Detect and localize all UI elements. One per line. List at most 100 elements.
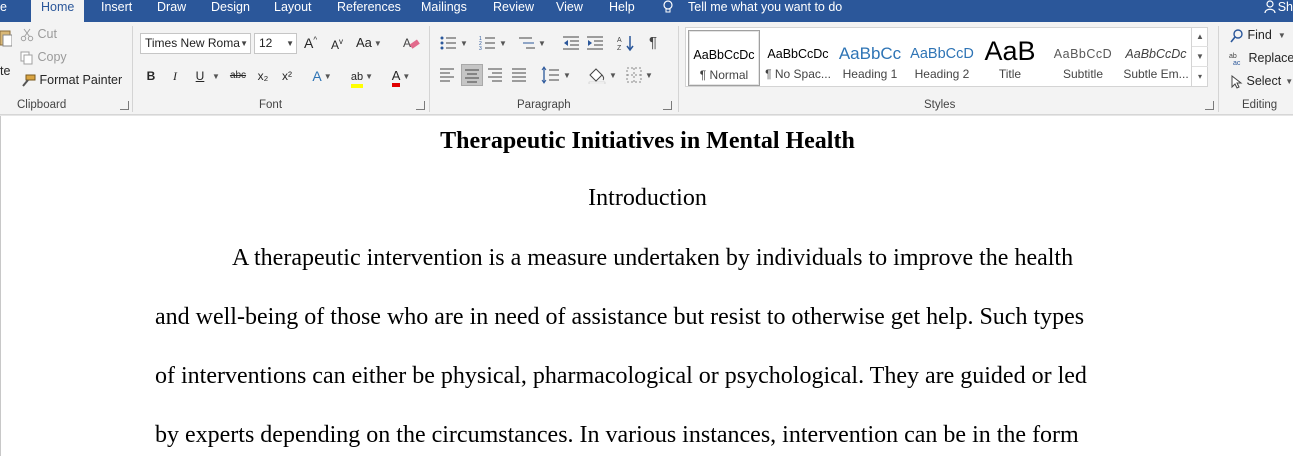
superscript-button[interactable]: x² bbox=[278, 65, 296, 87]
multilevel-list-icon bbox=[519, 37, 535, 49]
font-color-button[interactable]: A ▼ bbox=[386, 65, 416, 87]
editing-group-label: Editing bbox=[1242, 99, 1278, 111]
tab-help[interactable]: Help bbox=[609, 0, 635, 22]
more-styles-button[interactable]: ▾ bbox=[1192, 67, 1208, 87]
share-button[interactable]: Sh bbox=[1264, 0, 1293, 15]
align-center-button[interactable] bbox=[461, 64, 483, 86]
grow-font-button[interactable]: A^ bbox=[304, 35, 317, 51]
decrease-indent-button[interactable] bbox=[562, 35, 580, 51]
styles-gallery: AaBbCcDc ¶ Normal AaBbCcDc ¶ No Spac... … bbox=[685, 27, 1208, 87]
format-painter-button[interactable]: Format Painter bbox=[20, 73, 122, 88]
style-heading-1[interactable]: AaBbCc Heading 1 bbox=[834, 30, 906, 86]
tab-view[interactable]: View bbox=[556, 0, 583, 22]
chevron-down-icon: ▼ bbox=[538, 38, 546, 48]
underline-dropdown[interactable]: ▼ bbox=[210, 65, 220, 87]
font-size-combo[interactable]: 12 ▼ bbox=[254, 33, 297, 54]
underline-button[interactable]: U bbox=[192, 65, 208, 87]
ribbon: te Cut Copy Format Painter Clipboard Tim… bbox=[0, 22, 1293, 115]
scroll-up-button[interactable]: ▲ bbox=[1192, 27, 1208, 47]
paragraph-line: A therapeutic intervention is a measure … bbox=[232, 245, 1074, 271]
style-preview: AaBbCcD bbox=[1053, 47, 1113, 61]
tab-insert[interactable]: Insert bbox=[101, 0, 132, 22]
search-icon bbox=[1230, 29, 1243, 43]
line-spacing-icon bbox=[541, 66, 559, 84]
tab-file[interactable]: e bbox=[0, 0, 7, 22]
bold-button[interactable]: B bbox=[143, 65, 159, 87]
borders-button[interactable]: ▼ bbox=[625, 66, 653, 84]
chevron-down-icon: ▼ bbox=[286, 39, 294, 48]
tell-me-box[interactable]: Tell me what you want to do bbox=[662, 0, 842, 16]
select-button[interactable]: Select ▼ bbox=[1231, 74, 1293, 89]
sort-button[interactable]: AZ bbox=[617, 34, 635, 52]
styles-dialog-launcher[interactable] bbox=[1205, 101, 1214, 110]
style-no-spacing[interactable]: AaBbCcDc ¶ No Spac... bbox=[762, 30, 834, 86]
paragraph-dialog-launcher[interactable] bbox=[663, 101, 672, 110]
copy-button[interactable]: Copy bbox=[20, 50, 67, 65]
clipboard-dialog-launcher[interactable] bbox=[120, 101, 129, 110]
cut-button[interactable]: Cut bbox=[20, 27, 57, 42]
shrink-font-icon: A bbox=[331, 38, 340, 52]
scroll-down-button[interactable]: ▼ bbox=[1192, 47, 1208, 67]
numbered-list-icon: 123 bbox=[479, 36, 495, 51]
align-right-icon bbox=[488, 68, 502, 82]
show-formatting-button[interactable]: ¶ bbox=[649, 34, 657, 51]
svg-text:ab: ab bbox=[1229, 53, 1237, 60]
divider bbox=[132, 26, 133, 112]
font-name-value: Times New Roma bbox=[145, 36, 240, 50]
paste-label: te bbox=[0, 64, 11, 78]
find-button[interactable]: Find ▼ bbox=[1230, 28, 1286, 43]
paint-bucket-icon bbox=[588, 68, 606, 84]
increase-indent-button[interactable] bbox=[586, 35, 604, 51]
numbering-button[interactable]: 1 2 3 ▼ bbox=[479, 35, 507, 51]
tab-layout[interactable]: Layout bbox=[274, 0, 312, 22]
change-case-icon: Aa bbox=[356, 35, 372, 50]
tab-references[interactable]: References bbox=[337, 0, 401, 22]
increase-indent-icon bbox=[587, 36, 603, 50]
justify-button[interactable] bbox=[509, 64, 531, 86]
grow-font-icon: A bbox=[304, 35, 314, 51]
multilevel-list-button[interactable]: ▼ bbox=[518, 35, 546, 51]
style-title[interactable]: AaB Title bbox=[974, 30, 1046, 86]
shading-button[interactable]: ▼ bbox=[587, 66, 617, 84]
highlighter-icon: ab bbox=[350, 71, 364, 88]
strikethrough-button[interactable]: abc bbox=[228, 65, 248, 87]
font-name-combo[interactable]: Times New Roma ▼ bbox=[140, 33, 251, 54]
pilcrow-icon: ¶ bbox=[649, 34, 658, 51]
eraser-icon: A bbox=[403, 36, 420, 50]
text-effects-icon: A bbox=[312, 68, 322, 84]
font-dialog-launcher[interactable] bbox=[416, 101, 425, 110]
replace-label: Replace bbox=[1248, 51, 1293, 65]
cursor-arrow-icon bbox=[1231, 74, 1243, 89]
style-name: ¶ No Spac... bbox=[765, 67, 831, 81]
tab-design[interactable]: Design bbox=[211, 0, 250, 22]
paste-button[interactable] bbox=[0, 27, 13, 64]
tab-draw[interactable]: Draw bbox=[157, 0, 186, 22]
style-name: Subtle Em... bbox=[1123, 67, 1189, 81]
highlight-button[interactable]: ab ▼ bbox=[345, 65, 379, 88]
tab-review[interactable]: Review bbox=[493, 0, 534, 22]
style-heading-2[interactable]: AaBbCcD Heading 2 bbox=[906, 30, 978, 86]
style-name: Subtitle bbox=[1062, 67, 1104, 81]
align-left-button[interactable] bbox=[437, 64, 459, 86]
clear-formatting-button[interactable]: A bbox=[402, 35, 420, 54]
text-effects-button[interactable]: A ▼ bbox=[309, 65, 335, 87]
style-subtitle[interactable]: AaBbCcD Subtitle bbox=[1047, 30, 1119, 86]
change-case-button[interactable]: Aa ▼ bbox=[356, 35, 382, 50]
chevron-down-icon: ▼ bbox=[212, 71, 220, 81]
line-spacing-button[interactable]: ▼ bbox=[541, 66, 571, 84]
align-left-icon bbox=[440, 68, 454, 82]
replace-button[interactable]: ab ac Replace bbox=[1229, 51, 1293, 66]
bullets-button[interactable]: ▼ bbox=[440, 35, 468, 51]
subscript-button[interactable]: x₂ bbox=[254, 65, 272, 87]
share-label: Sh bbox=[1277, 0, 1293, 14]
style-subtle-emphasis[interactable]: AaBbCcDc Subtle Em... bbox=[1120, 30, 1192, 86]
select-label: Select bbox=[1246, 74, 1282, 88]
shrink-font-button[interactable]: Av bbox=[331, 37, 343, 52]
tab-home[interactable]: Home bbox=[31, 0, 85, 22]
align-right-button[interactable] bbox=[485, 64, 507, 86]
document-page[interactable]: Therapeutic Initiatives in Mental Health… bbox=[0, 116, 1293, 456]
style-normal[interactable]: AaBbCcDc ¶ Normal bbox=[688, 30, 760, 86]
style-preview: AaBbCcDc bbox=[1125, 47, 1187, 61]
tab-mailings[interactable]: Mailings bbox=[421, 0, 467, 22]
italic-button[interactable]: I bbox=[168, 65, 182, 87]
